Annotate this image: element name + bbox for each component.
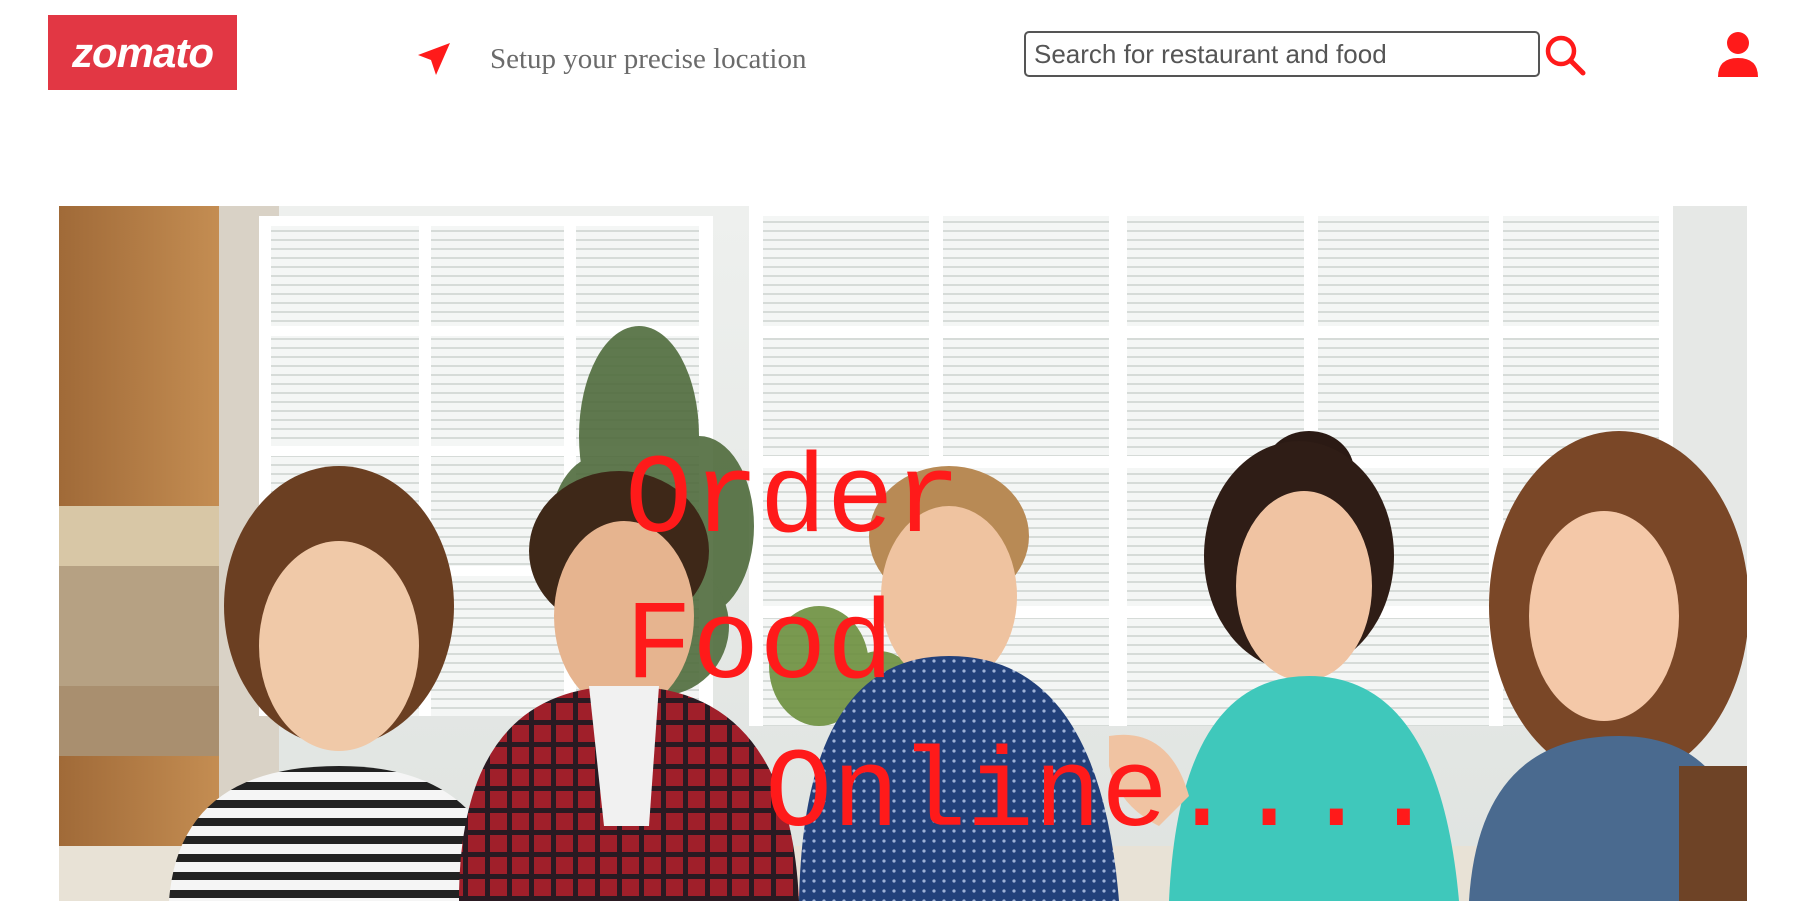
location-text: Setup your precise location	[490, 42, 807, 75]
headline-line-3: Online....	[765, 732, 1438, 859]
search-box	[1024, 31, 1540, 77]
top-header: zomato Setup your precise location	[0, 0, 1796, 110]
hero-headline: Order Food Online....	[59, 206, 1747, 901]
search-button[interactable]	[1542, 32, 1588, 78]
location-selector[interactable]: Setup your precise location	[416, 34, 807, 84]
zomato-logo[interactable]: zomato	[48, 15, 237, 90]
search-input[interactable]	[1024, 31, 1540, 77]
search-icon	[1545, 35, 1586, 76]
headline-line-2: Food	[625, 584, 894, 711]
headline-line-1: Order	[625, 438, 962, 565]
user-icon[interactable]	[1716, 31, 1760, 77]
hero-banner: Order Food Online....	[59, 206, 1747, 901]
navigation-arrow-icon	[418, 43, 450, 75]
